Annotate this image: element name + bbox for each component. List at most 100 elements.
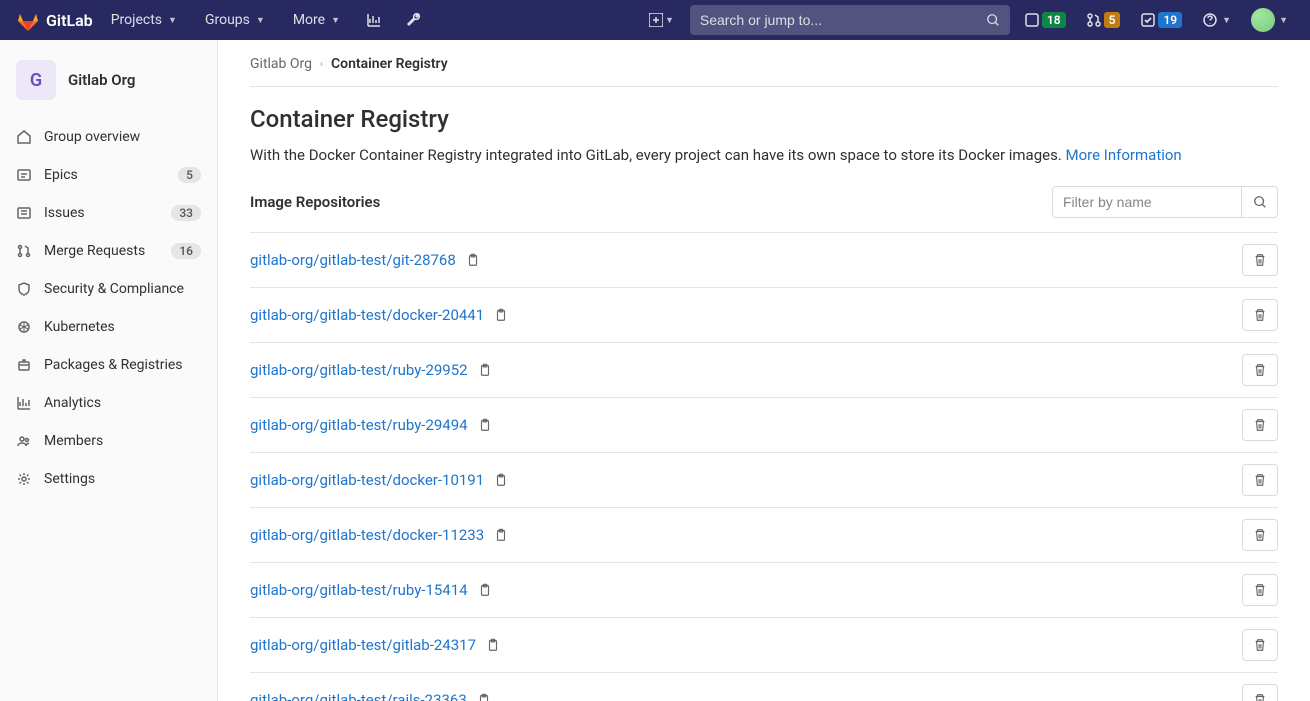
main-content: Gitlab Org › Container Registry Containe… <box>218 40 1310 701</box>
sidebar-item-analytics[interactable]: Analytics <box>0 384 217 422</box>
clipboard-icon <box>494 308 508 322</box>
search-icon <box>1253 195 1267 209</box>
project-header[interactable]: G Gitlab Org <box>0 50 217 118</box>
repo-link[interactable]: gitlab-org/gitlab-test/docker-10191 <box>250 471 484 489</box>
search-input[interactable] <box>700 12 986 28</box>
repo-row: gitlab-org/gitlab-test/ruby-29494 <box>250 397 1278 452</box>
copy-button[interactable] <box>478 583 492 597</box>
nav-admin-icon[interactable] <box>398 0 430 40</box>
trash-icon <box>1253 473 1267 487</box>
sidebar-item-count: 33 <box>171 205 201 221</box>
trash-icon <box>1253 308 1267 322</box>
clipboard-icon <box>486 638 500 652</box>
repo-list-header: Image Repositories <box>250 186 1278 218</box>
breadcrumb: Gitlab Org › Container Registry <box>250 56 1278 87</box>
filter-input[interactable] <box>1052 186 1242 218</box>
shield-icon <box>16 281 32 297</box>
nav-todo-count[interactable]: 19 <box>1134 12 1188 28</box>
copy-button[interactable] <box>466 253 480 267</box>
sidebar-item-members[interactable]: Members <box>0 422 217 460</box>
sidebar-item-merge-requests[interactable]: Merge Requests 16 <box>0 232 217 270</box>
sidebar-item-count: 16 <box>171 243 201 259</box>
clipboard-icon <box>494 528 508 542</box>
gitlab-logo[interactable]: GitLab <box>16 8 93 32</box>
package-icon <box>16 357 32 373</box>
sidebar-item-label: Kubernetes <box>44 319 201 335</box>
chevron-down-icon: ▼ <box>331 15 340 26</box>
sidebar-item-kubernetes[interactable]: Kubernetes <box>0 308 217 346</box>
repo-link[interactable]: gitlab-org/gitlab-test/docker-20441 <box>250 306 484 324</box>
delete-button[interactable] <box>1242 684 1278 701</box>
delete-button[interactable] <box>1242 464 1278 496</box>
nav-groups-label: Groups <box>205 12 250 28</box>
delete-button[interactable] <box>1242 409 1278 441</box>
chevron-right-icon: › <box>320 59 323 70</box>
delete-button[interactable] <box>1242 299 1278 331</box>
home-icon <box>16 129 32 145</box>
nav-mr-count[interactable]: 5 <box>1080 12 1127 28</box>
create-new-button[interactable]: ▼ <box>641 0 682 40</box>
repo-link[interactable]: gitlab-org/gitlab-test/gitlab-24317 <box>250 636 476 654</box>
brand-name: GitLab <box>46 11 93 30</box>
nav-more[interactable]: More ▼ <box>283 0 350 40</box>
sidebar-item-label: Epics <box>44 167 166 183</box>
sidebar-item-epics[interactable]: Epics5 <box>0 156 217 194</box>
repo-link[interactable]: gitlab-org/gitlab-test/git-28768 <box>250 251 456 269</box>
repo-link[interactable]: gitlab-org/gitlab-test/ruby-29494 <box>250 416 468 434</box>
nav-activity-icon[interactable] <box>358 0 390 40</box>
page-description: With the Docker Container Registry integ… <box>250 145 1278 166</box>
delete-button[interactable] <box>1242 629 1278 661</box>
sidebar-item-settings[interactable]: Settings <box>0 460 217 498</box>
repo-link[interactable]: gitlab-org/gitlab-test/rails-23363 <box>250 691 467 701</box>
sidebar-item-label: Merge Requests <box>44 243 159 259</box>
page-description-text: With the Docker Container Registry integ… <box>250 146 1066 164</box>
clipboard-icon <box>478 363 492 377</box>
breadcrumb-root[interactable]: Gitlab Org <box>250 56 312 72</box>
chevron-down-icon: ▼ <box>1279 15 1288 26</box>
more-information-link[interactable]: More Information <box>1066 146 1182 164</box>
repo-link[interactable]: gitlab-org/gitlab-test/ruby-15414 <box>250 581 468 599</box>
delete-button[interactable] <box>1242 354 1278 386</box>
filter-group <box>1052 186 1278 218</box>
sidebar-item-security-compliance[interactable]: Security & Compliance <box>0 270 217 308</box>
sidebar-item-packages-registries[interactable]: Packages & Registries <box>0 346 217 384</box>
repo-link[interactable]: gitlab-org/gitlab-test/ruby-29952 <box>250 361 468 379</box>
nav-help[interactable]: ▼ <box>1196 12 1237 28</box>
copy-button[interactable] <box>494 528 508 542</box>
delete-button[interactable] <box>1242 244 1278 276</box>
project-avatar: G <box>16 60 56 100</box>
project-name: Gitlab Org <box>68 71 135 89</box>
merge-icon <box>16 243 32 259</box>
user-menu[interactable]: ▼ <box>1245 8 1294 32</box>
sidebar-item-issues[interactable]: Issues33 <box>0 194 217 232</box>
delete-button[interactable] <box>1242 519 1278 551</box>
delete-button[interactable] <box>1242 574 1278 606</box>
repo-link[interactable]: gitlab-org/gitlab-test/docker-11233 <box>250 526 484 544</box>
repo-row: gitlab-org/gitlab-test/docker-11233 <box>250 507 1278 562</box>
top-navbar: GitLab Projects ▼ Groups ▼ More ▼ ▼ 18 5… <box>0 0 1310 40</box>
clipboard-icon <box>478 583 492 597</box>
filter-search-button[interactable] <box>1242 186 1278 218</box>
copy-button[interactable] <box>494 473 508 487</box>
wrench-icon <box>406 12 422 28</box>
copy-button[interactable] <box>477 693 491 701</box>
sidebar-item-group-overview[interactable]: Group overview <box>0 118 217 156</box>
nav-projects[interactable]: Projects ▼ <box>101 0 187 40</box>
sidebar-item-label: Security & Compliance <box>44 281 201 297</box>
members-icon <box>16 433 32 449</box>
copy-button[interactable] <box>478 418 492 432</box>
copy-button[interactable] <box>478 363 492 377</box>
trash-icon <box>1253 418 1267 432</box>
copy-button[interactable] <box>486 638 500 652</box>
epic-icon <box>16 167 32 183</box>
nav-groups[interactable]: Groups ▼ <box>195 0 275 40</box>
trash-icon <box>1253 638 1267 652</box>
repo-row: gitlab-org/gitlab-test/ruby-29952 <box>250 342 1278 397</box>
trash-icon <box>1253 693 1267 701</box>
search-bar[interactable] <box>690 5 1010 35</box>
repo-row: gitlab-org/gitlab-test/gitlab-24317 <box>250 617 1278 672</box>
clipboard-icon <box>478 418 492 432</box>
copy-button[interactable] <box>494 308 508 322</box>
kubernetes-icon <box>16 319 32 335</box>
nav-issues-count[interactable]: 18 <box>1018 12 1072 28</box>
